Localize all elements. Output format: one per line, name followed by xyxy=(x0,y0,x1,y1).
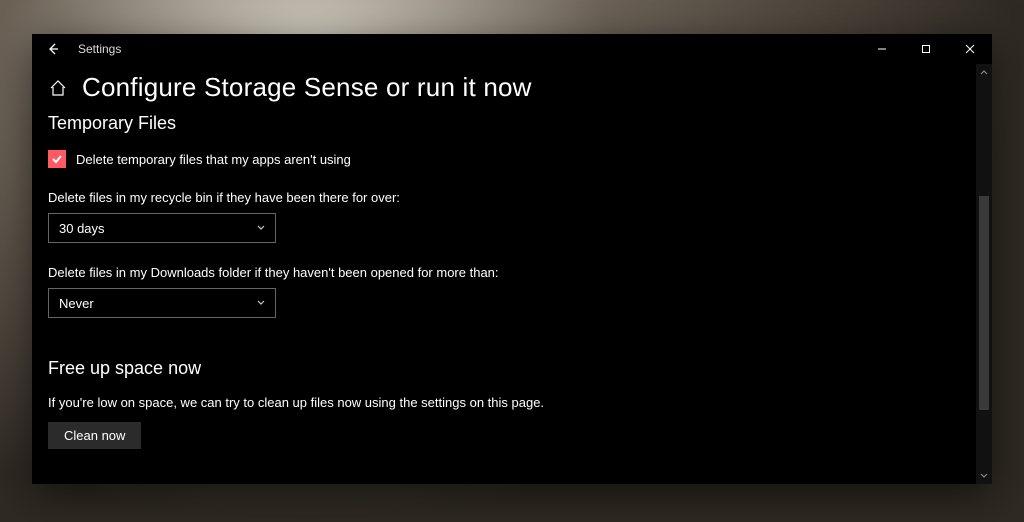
window-body: Configure Storage Sense or run it now Te… xyxy=(32,64,992,484)
clean-now-button[interactable]: Clean now xyxy=(48,422,141,449)
downloads-dropdown[interactable]: Never xyxy=(48,288,276,318)
settings-window: Settings xyxy=(32,34,992,484)
delete-temp-files-checkbox-row: Delete temporary files that my apps aren… xyxy=(48,150,960,168)
recycle-bin-value: 30 days xyxy=(59,221,105,236)
page-header: Configure Storage Sense or run it now xyxy=(48,72,960,103)
chevron-down-icon xyxy=(979,471,989,481)
clean-now-label: Clean now xyxy=(64,428,125,443)
downloads-label: Delete files in my Downloads folder if t… xyxy=(48,265,960,280)
free-up-space-description: If you're low on space, we can try to cl… xyxy=(48,395,960,410)
recycle-bin-dropdown[interactable]: 30 days xyxy=(48,213,276,243)
scroll-thumb[interactable] xyxy=(979,196,989,409)
back-button[interactable] xyxy=(32,34,74,64)
free-up-space-heading: Free up space now xyxy=(48,358,960,379)
home-icon[interactable] xyxy=(48,78,68,98)
titlebar: Settings xyxy=(32,34,992,64)
chevron-down-icon xyxy=(255,296,267,311)
scroll-track[interactable] xyxy=(976,80,992,468)
maximize-button[interactable] xyxy=(904,34,948,64)
chevron-down-icon xyxy=(255,221,267,236)
recycle-bin-label: Delete files in my recycle bin if they h… xyxy=(48,190,960,205)
downloads-value: Never xyxy=(59,296,94,311)
chevron-up-icon xyxy=(979,67,989,77)
close-icon xyxy=(965,44,975,54)
vertical-scrollbar[interactable] xyxy=(976,64,992,484)
content-area: Configure Storage Sense or run it now Te… xyxy=(32,64,976,484)
app-name: Settings xyxy=(74,42,121,56)
minimize-icon xyxy=(877,44,887,54)
minimize-button[interactable] xyxy=(860,34,904,64)
close-button[interactable] xyxy=(948,34,992,64)
arrow-left-icon xyxy=(46,42,60,56)
scroll-up-button[interactable] xyxy=(976,64,992,80)
page-title: Configure Storage Sense or run it now xyxy=(82,72,532,103)
checkmark-icon xyxy=(51,153,63,165)
maximize-icon xyxy=(921,44,931,54)
temporary-files-heading: Temporary Files xyxy=(48,113,960,134)
delete-temp-files-checkbox[interactable] xyxy=(48,150,66,168)
delete-temp-files-label: Delete temporary files that my apps aren… xyxy=(76,152,351,167)
scroll-down-button[interactable] xyxy=(976,468,992,484)
